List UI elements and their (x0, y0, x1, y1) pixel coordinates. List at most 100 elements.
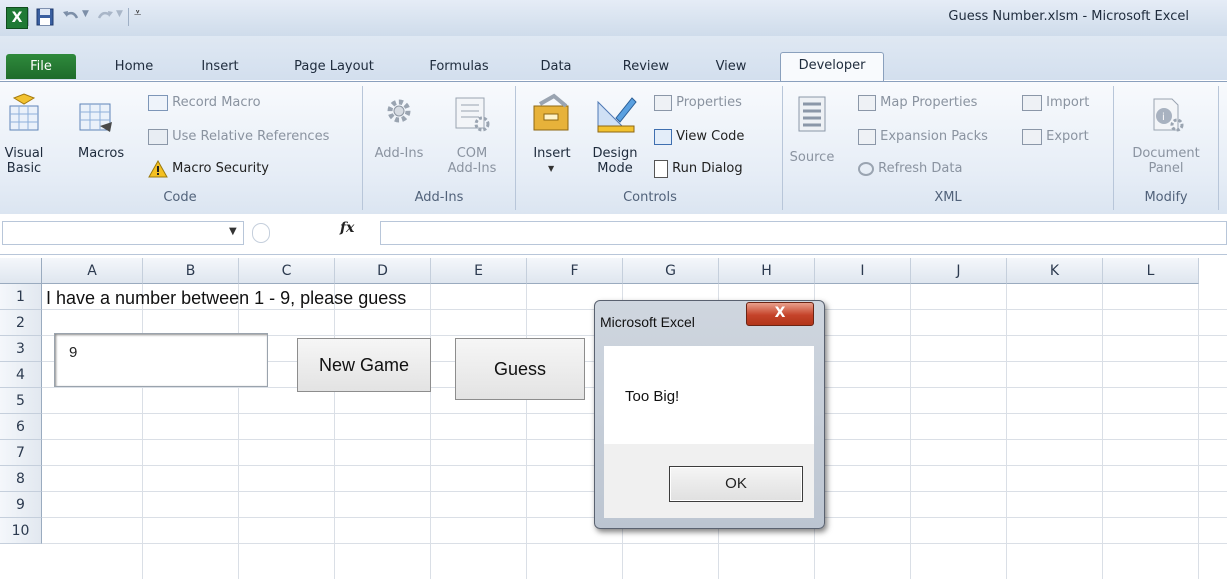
select-all-corner[interactable] (0, 258, 42, 284)
dropdown-arrow-icon: ▼ (548, 164, 555, 173)
refresh-data-icon (858, 161, 874, 176)
name-box[interactable]: ▼ (2, 221, 244, 245)
save-icon[interactable] (34, 6, 56, 28)
refresh-data-button[interactable]: Refresh Data (858, 158, 962, 180)
row-header-1[interactable]: 1 (0, 284, 42, 310)
column-header-c[interactable]: C (239, 258, 335, 284)
guess-textbox[interactable]: 9 (54, 333, 268, 387)
row-header-4[interactable]: 4 (0, 362, 42, 388)
group-divider (1218, 86, 1219, 210)
row-header-6[interactable]: 6 (0, 414, 42, 440)
cell-a1[interactable]: I have a number between 1 - 9, please gu… (46, 288, 406, 309)
macro-security-button[interactable]: Macro Security (148, 158, 269, 180)
formula-bar-grip[interactable] (252, 223, 270, 243)
dialog-close-button[interactable]: X (746, 302, 814, 326)
properties-button[interactable]: Properties (654, 92, 742, 114)
tab-insert[interactable]: Insert (192, 56, 248, 78)
record-macro-button[interactable]: Record Macro (148, 92, 261, 114)
undo-dropdown-icon[interactable]: ▼ (82, 9, 89, 19)
group-label-modify: Modify (1144, 190, 1188, 205)
tab-file[interactable]: File (6, 54, 76, 79)
view-code-icon (654, 128, 672, 145)
map-properties-icon (858, 94, 876, 111)
tab-formulas[interactable]: Formulas (418, 56, 500, 78)
add-ins-label: Add-Ins (374, 146, 424, 161)
column-header-l[interactable]: L (1103, 258, 1199, 284)
use-relative-references-button[interactable]: Use Relative References (148, 126, 329, 148)
insert-function-button[interactable]: fx (340, 220, 354, 236)
tab-data[interactable]: Data (530, 56, 582, 78)
column-header-i[interactable]: I (815, 258, 911, 284)
visual-basic-button[interactable]: Visual Basic (0, 86, 48, 182)
excel-logo-icon[interactable]: X (6, 7, 28, 29)
grid-line (910, 284, 911, 579)
relative-references-icon (148, 128, 168, 145)
formula-input[interactable] (380, 221, 1227, 245)
row-header-3[interactable]: 3 (0, 336, 42, 362)
document-panel-label-1: Document (1132, 146, 1200, 161)
column-header-e[interactable]: E (431, 258, 527, 284)
expansion-packs-button[interactable]: Expansion Packs (858, 126, 988, 148)
column-header-g[interactable]: G (623, 258, 719, 284)
row-header-10[interactable]: 10 (0, 518, 42, 544)
run-dialog-icon (654, 159, 668, 178)
document-panel-button[interactable]: i Document Panel (1118, 86, 1214, 182)
guess-button[interactable]: Guess (455, 338, 585, 400)
column-header-f[interactable]: F (527, 258, 623, 284)
customize-icon[interactable]: ⩡ (134, 6, 141, 21)
column-header-h[interactable]: H (719, 258, 815, 284)
run-dialog-button[interactable]: Run Dialog (654, 158, 743, 180)
com-add-ins-button[interactable]: COM Add-Ins (436, 86, 508, 182)
redo-icon[interactable] (94, 6, 116, 28)
document-panel-icon: i (1153, 98, 1184, 132)
column-header-d[interactable]: D (335, 258, 431, 284)
row-header-9[interactable]: 9 (0, 492, 42, 518)
document-panel-label-2: Panel (1148, 161, 1184, 176)
export-icon (1022, 128, 1042, 145)
grid-line (1102, 284, 1103, 579)
properties-icon (654, 94, 672, 111)
row-header-5[interactable]: 5 (0, 388, 42, 414)
source-button[interactable]: Source (786, 86, 838, 182)
insert-control-button[interactable]: Insert ▼ (520, 86, 584, 182)
expansion-packs-icon (858, 128, 876, 145)
undo-icon[interactable] (60, 6, 82, 28)
group-label-xml: XML (934, 190, 962, 205)
warning-icon (148, 159, 168, 177)
column-header-b[interactable]: B (143, 258, 239, 284)
dialog-message: Too Big! (625, 388, 680, 405)
tab-review[interactable]: Review (612, 56, 680, 78)
column-header-k[interactable]: K (1007, 258, 1103, 284)
name-box-dropdown-icon[interactable]: ▼ (229, 226, 237, 237)
dialog-ok-button[interactable]: OK (669, 466, 803, 502)
add-ins-button[interactable]: Add-Ins (368, 86, 430, 182)
macros-button[interactable]: Macros (50, 86, 146, 182)
import-icon (1022, 94, 1042, 111)
map-properties-button[interactable]: Map Properties (858, 92, 977, 114)
row-header-7[interactable]: 7 (0, 440, 42, 466)
gear-icon (387, 99, 411, 123)
grid-line (142, 284, 143, 579)
new-game-button[interactable]: New Game (297, 338, 431, 392)
view-code-button[interactable]: View Code (654, 126, 744, 148)
com-add-ins-label-2: Add-Ins (447, 161, 497, 176)
group-divider (782, 86, 783, 210)
tab-developer[interactable]: Developer (780, 52, 884, 83)
column-header-j[interactable]: J (911, 258, 1007, 284)
export-button[interactable]: Export (1022, 126, 1089, 148)
redo-dropdown-icon[interactable]: ▼ (116, 9, 123, 19)
map-properties-label: Map Properties (880, 95, 978, 110)
design-mode-button[interactable]: Design Mode (584, 86, 646, 182)
column-header-a[interactable]: A (42, 258, 143, 284)
import-button[interactable]: Import (1022, 92, 1089, 114)
tab-page-layout[interactable]: Page Layout (280, 56, 388, 78)
macros-label: Macros (78, 146, 125, 161)
window-title: Guess Number.xlsm - Microsoft Excel (948, 9, 1189, 24)
row-header-8[interactable]: 8 (0, 466, 42, 492)
source-icon (798, 96, 826, 132)
svg-text:i: i (1162, 112, 1165, 123)
tab-home[interactable]: Home (104, 56, 164, 78)
group-label-controls: Controls (623, 190, 677, 205)
tab-view[interactable]: View (706, 56, 756, 78)
row-header-2[interactable]: 2 (0, 310, 42, 336)
